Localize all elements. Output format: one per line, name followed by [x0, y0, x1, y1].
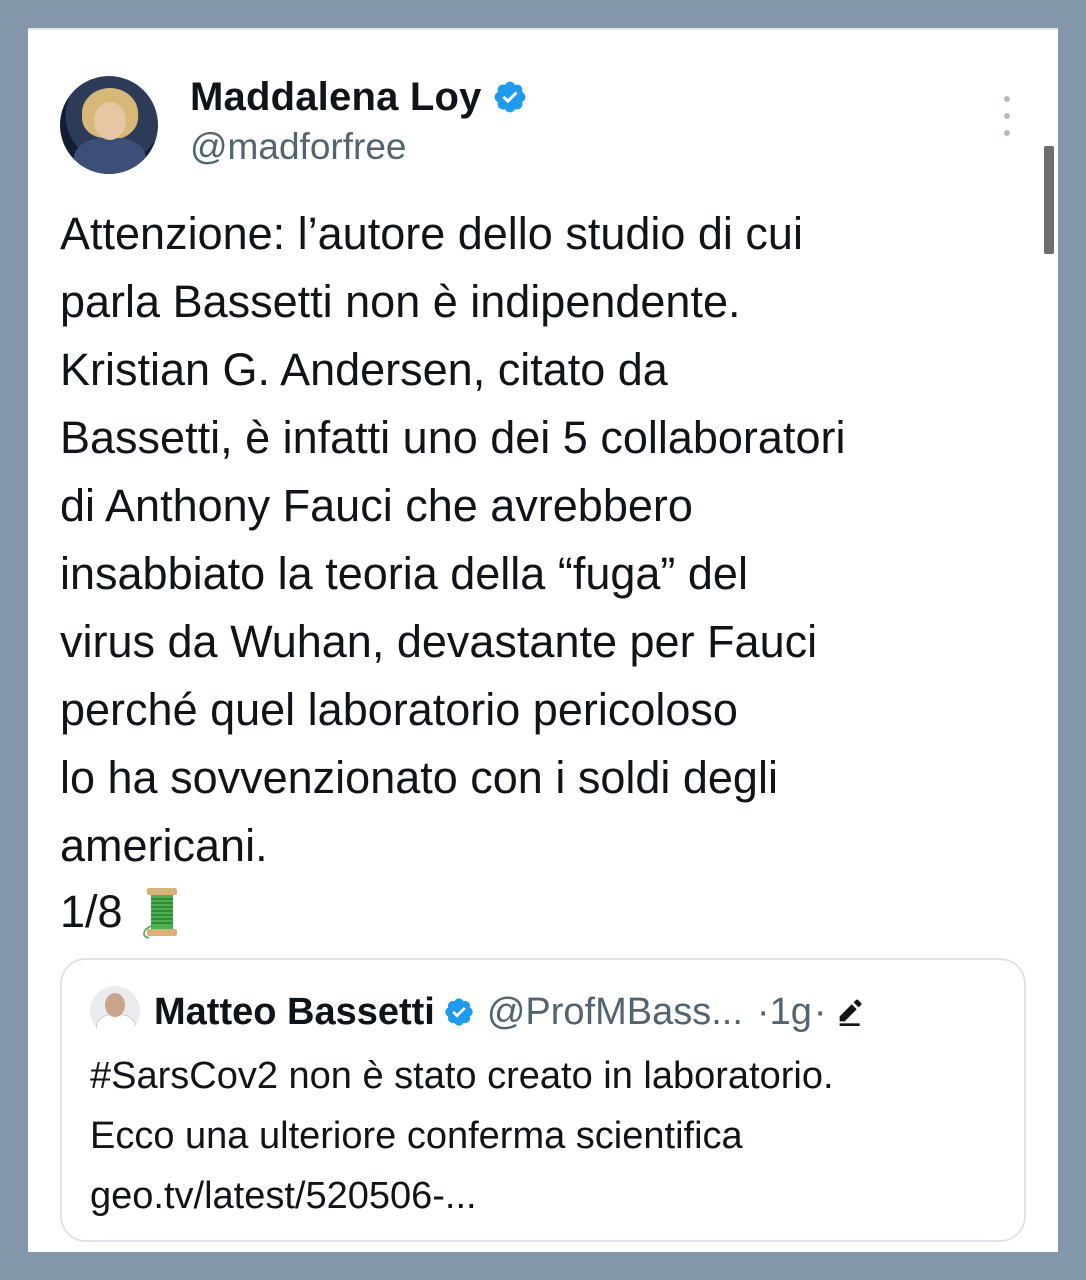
author-avatar[interactable]	[60, 76, 158, 174]
avatar-face	[94, 102, 126, 140]
more-dot	[1004, 96, 1010, 102]
author-handle[interactable]: @madforfree	[190, 126, 406, 168]
thread-counter: 1/8	[60, 886, 123, 937]
author-display-name[interactable]: Maddalena Loy	[190, 75, 482, 120]
quoted-post-text: #SarsCov2 non è stato creato in laborato…	[90, 1055, 834, 1217]
verified-badge-icon	[494, 81, 525, 113]
more-dot	[1004, 113, 1010, 119]
separator-dot: ·	[813, 990, 827, 1033]
verified-badge-icon	[445, 998, 473, 1026]
avatar-coat	[96, 1014, 136, 1036]
quoted-post-header: Matteo Bassetti @ProfMBass... · 1g ·	[154, 986, 865, 1038]
thread-counter-row: 1/8	[60, 878, 185, 946]
avatar-body	[74, 138, 146, 174]
scrollbar-thumb[interactable]	[1044, 146, 1054, 254]
quoted-post[interactable]: Matteo Bassetti @ProfMBass... · 1g · #Sa…	[60, 958, 1026, 1242]
post-text: Attenzione: l’autore dello studio di cui…	[60, 208, 846, 871]
author-name-row: Maddalena Loy	[190, 72, 528, 122]
quoted-author-handle[interactable]: @ProfMBass...	[487, 991, 743, 1034]
more-options-icon[interactable]	[994, 96, 1020, 136]
spool-of-thread-icon	[142, 888, 177, 939]
post-card: Maddalena Loy @madforfree Attenzione: l’…	[28, 28, 1058, 1252]
avatar-head	[105, 993, 125, 1017]
more-dot	[1004, 130, 1010, 136]
quoted-author-name[interactable]: Matteo Bassetti	[154, 991, 435, 1034]
quoted-author-avatar[interactable]	[90, 986, 140, 1036]
separator-dot: ·	[756, 990, 770, 1033]
edit-pencil-icon	[839, 999, 861, 1026]
quoted-post-time[interactable]: 1g	[770, 991, 812, 1034]
